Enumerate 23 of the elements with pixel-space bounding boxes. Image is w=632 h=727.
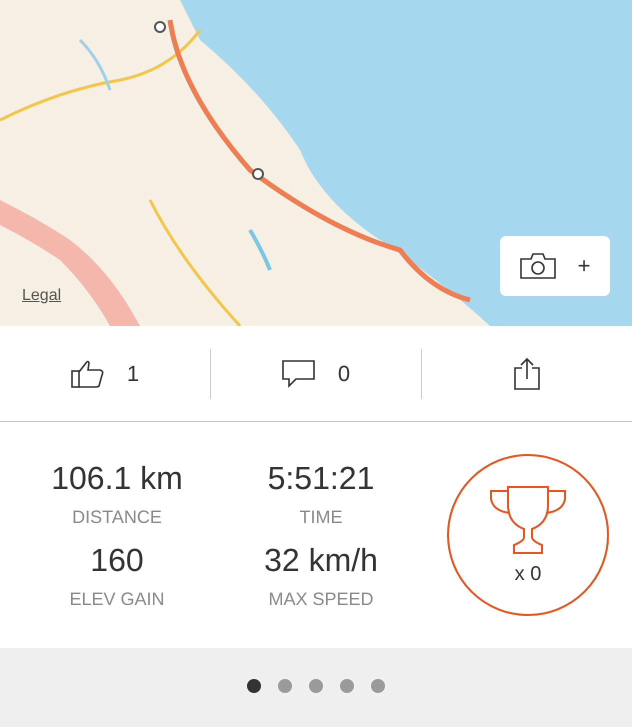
stat-label: ELEV GAIN — [69, 589, 165, 610]
legal-link[interactable]: Legal — [22, 287, 62, 305]
trophy-icon — [488, 484, 568, 554]
stat-value: 106.1 km — [51, 460, 183, 497]
stat-value: 32 km/h — [264, 542, 378, 579]
stat-label: MAX SPEED — [268, 589, 374, 610]
stat-value: 160 — [90, 542, 144, 579]
thumbs-up-icon — [70, 358, 105, 388]
page-dot[interactable] — [247, 679, 261, 693]
share-icon — [514, 358, 540, 390]
comment-button[interactable]: 0 — [210, 348, 421, 398]
like-button[interactable]: 1 — [0, 348, 210, 398]
achievements-badge[interactable]: x 0 — [447, 454, 609, 616]
stat-label: DISTANCE — [72, 507, 162, 528]
page-dot[interactable] — [278, 679, 292, 693]
comment-icon — [282, 358, 316, 388]
page-dot[interactable] — [371, 679, 385, 693]
page-dot[interactable] — [340, 679, 354, 693]
camera-icon — [520, 253, 556, 279]
stat-label: TIME — [300, 507, 342, 528]
stat-value: 5:51:21 — [268, 460, 374, 497]
add-photo-button[interactable]: + — [500, 236, 610, 296]
page-dot[interactable] — [309, 679, 323, 693]
